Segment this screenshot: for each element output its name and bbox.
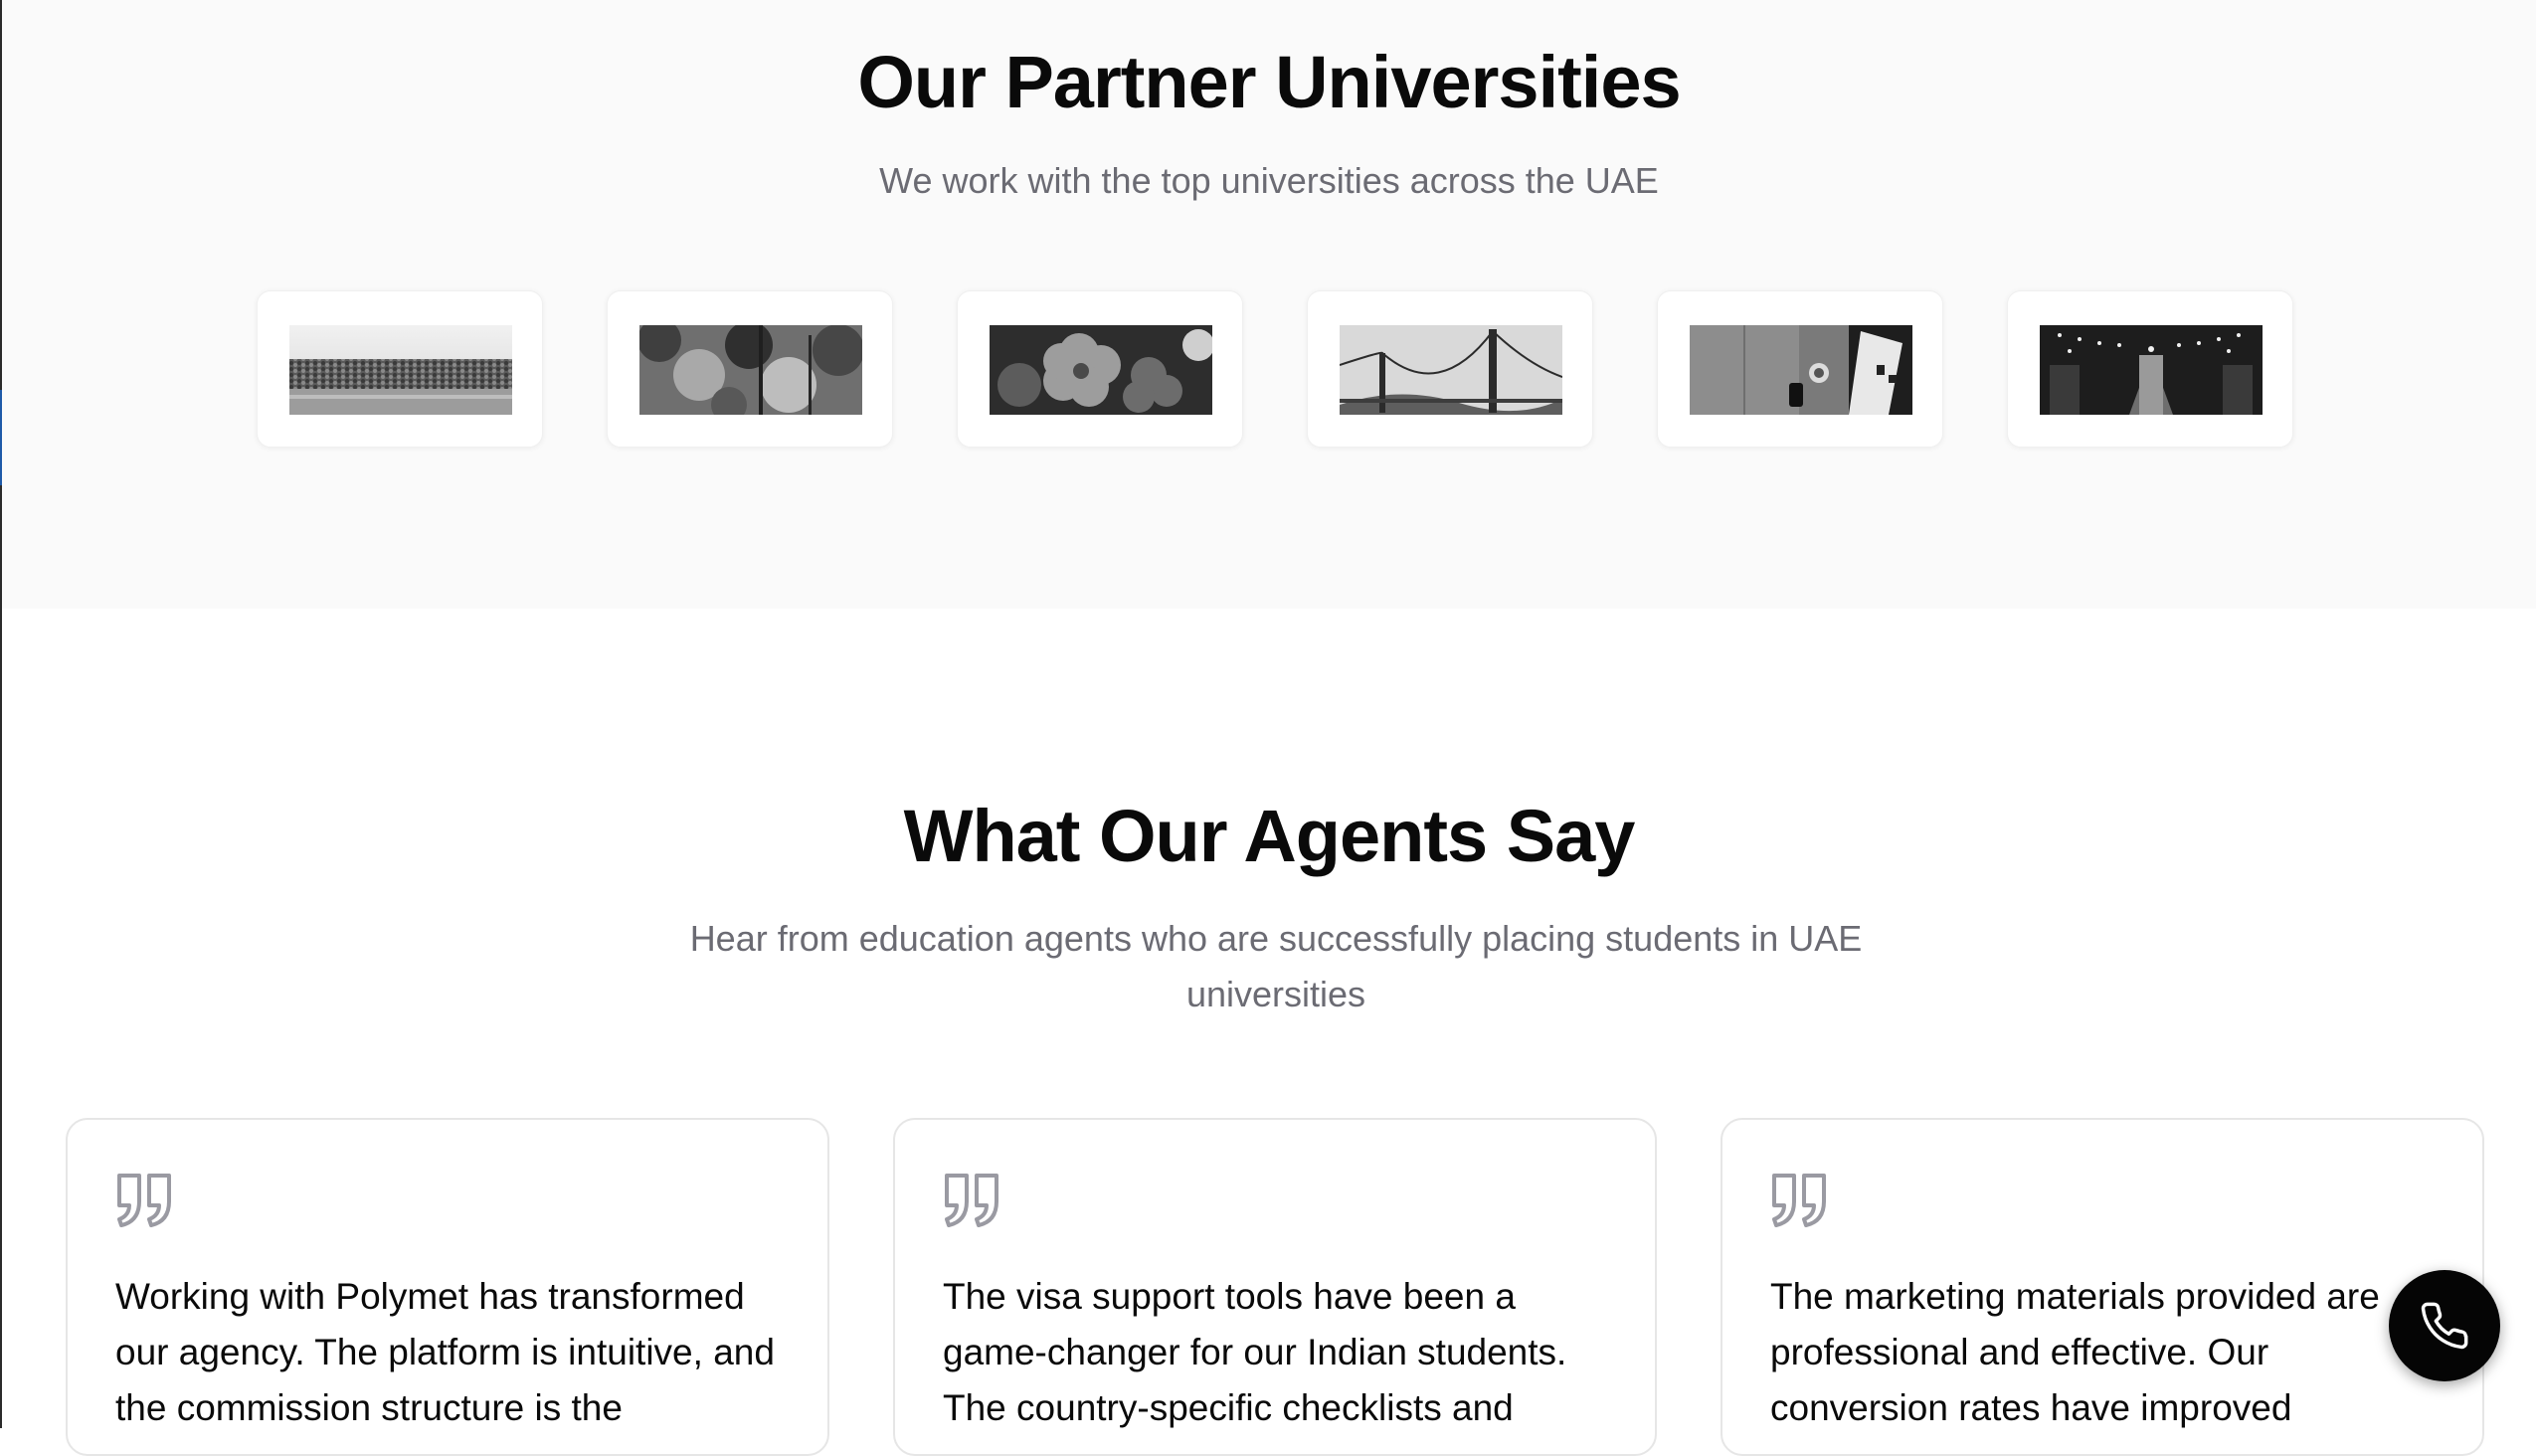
university-logo-card[interactable]: [607, 290, 893, 448]
testimonial-text: The marketing materials provided are pro…: [1770, 1276, 2380, 1428]
testimonial-card: The visa support tools have been a game-…: [893, 1118, 1657, 1456]
university-logo-card[interactable]: [2007, 290, 2293, 448]
testimonial-card: The marketing materials provided are pro…: [1721, 1118, 2484, 1456]
partner-universities-section: Our Partner Universities We work with th…: [2, 0, 2536, 609]
quote-icon: [1772, 1174, 1826, 1227]
golden-gate-bridge-photo: [1340, 325, 1562, 415]
university-logo-card[interactable]: [1307, 290, 1593, 448]
call-button[interactable]: [2389, 1270, 2500, 1381]
tree-leaves-photo: [639, 325, 862, 415]
rocky-shore-photo: [289, 325, 512, 415]
flowers-photo: [990, 325, 1212, 415]
testimonial-card: Working with Polymet has transformed our…: [66, 1118, 829, 1456]
testimonial-text: Working with Polymet has transformed our…: [115, 1276, 775, 1428]
string-lights-street-photo: [2040, 325, 2263, 415]
university-logo-card[interactable]: [257, 290, 543, 448]
desk-items-photo: [1690, 325, 1912, 415]
section-title: What Our Agents Say: [903, 795, 1636, 877]
testimonials-section: What Our Agents Say Hear from education …: [2, 609, 2536, 1456]
quote-icon: [945, 1174, 998, 1227]
phone-icon: [2421, 1302, 2468, 1350]
quote-icon: [117, 1174, 171, 1227]
testimonial-text: The visa support tools have been a game-…: [943, 1276, 1567, 1428]
section-title: Our Partner Universities: [857, 41, 1681, 123]
section-subtitle: We work with the top universities across…: [879, 160, 1659, 201]
university-logo-card[interactable]: [957, 290, 1243, 448]
university-logo-card[interactable]: [1657, 290, 1943, 448]
section-subtitle: Hear from education agents who are succe…: [689, 918, 1863, 1014]
